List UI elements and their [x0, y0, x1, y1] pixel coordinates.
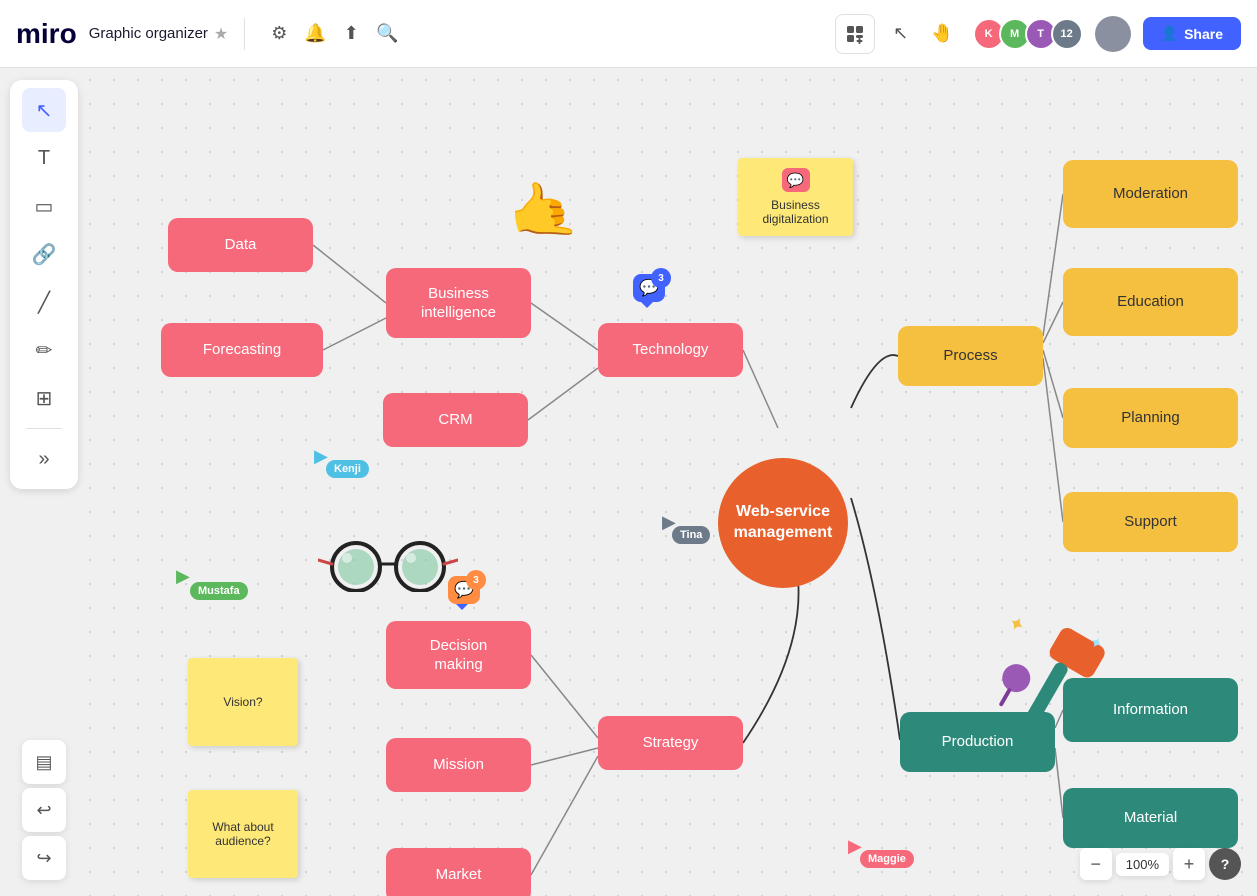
node-strategy[interactable]: Strategy — [598, 716, 743, 770]
bell-icon[interactable]: 🔔 — [297, 16, 333, 52]
node-information[interactable]: Information — [1063, 678, 1238, 742]
pen-tool[interactable]: ✏ — [22, 328, 66, 372]
glasses-sticker — [318, 532, 458, 597]
node-mission[interactable]: Mission — [386, 738, 531, 792]
zoom-level: 100% — [1116, 853, 1169, 876]
node-process[interactable]: Process — [898, 326, 1043, 386]
cursor-tools: ↖ 🤚 — [883, 16, 961, 52]
svg-text:✦: ✦ — [1086, 633, 1106, 654]
note-icon: 💬 — [782, 168, 810, 192]
chat-badge-1: 3 — [651, 268, 671, 288]
left-toolbar: ↖ T ▭ 🔗 ╱ ✏ ⊞ » — [10, 80, 78, 489]
sticky-tool[interactable]: ▭ — [22, 184, 66, 228]
panels-icon[interactable]: ▤ — [22, 740, 66, 784]
avatar-group: K M T 12 — [973, 18, 1083, 50]
settings-icon[interactable]: ⚙ — [261, 16, 297, 52]
biz-digitalization-note[interactable]: 💬 Business digitalization — [738, 158, 853, 236]
select-tool[interactable]: ↖ — [22, 88, 66, 132]
grid-icon[interactable] — [835, 14, 875, 54]
search-icon[interactable]: 🔍 — [369, 16, 405, 52]
sticky-vision[interactable]: Vision? — [188, 658, 298, 746]
cursor-arrow-mustafa: ▶ — [176, 566, 190, 587]
node-business-intelligence[interactable]: Business intelligence — [386, 268, 531, 338]
cursor-arrow-maggie: ▶ — [848, 836, 862, 857]
node-moderation[interactable]: Moderation — [1063, 160, 1238, 228]
user-avatar[interactable] — [1095, 16, 1131, 52]
zoom-in-button[interactable]: + — [1173, 848, 1205, 880]
cursor-arrow-kenji: ▶ — [314, 446, 328, 467]
zoom-out-button[interactable]: − — [1080, 848, 1112, 880]
node-data[interactable]: Data — [168, 218, 313, 272]
wave-sticker: 🤙 — [503, 172, 583, 249]
node-education[interactable]: Education — [1063, 268, 1238, 336]
line-tool[interactable]: ╱ — [22, 280, 66, 324]
node-production[interactable]: Production — [900, 712, 1055, 772]
node-decision-making[interactable]: Decision making — [386, 621, 531, 689]
node-crm[interactable]: CRM — [383, 393, 528, 447]
star-icon[interactable]: ★ — [214, 24, 228, 44]
tool-divider — [26, 428, 62, 429]
cursor-mustafa: Mustafa — [190, 582, 248, 600]
node-planning[interactable]: Planning — [1063, 388, 1238, 448]
cursor-tool[interactable]: ↖ — [883, 16, 919, 52]
share-button[interactable]: 👤 Share — [1143, 17, 1241, 50]
chat-icon-1[interactable]: 💬 3 — [633, 274, 665, 302]
link-tool[interactable]: 🔗 — [22, 232, 66, 276]
avatar-count[interactable]: 12 — [1051, 18, 1083, 50]
cursor-maggie: Maggie — [860, 850, 914, 868]
help-button[interactable]: ? — [1209, 848, 1241, 880]
node-support[interactable]: Support — [1063, 492, 1238, 552]
canvas[interactable]: Web-service management Data Forecasting … — [78, 68, 1257, 896]
cursor-tina: Tina — [672, 526, 710, 544]
board-title: Graphic organizer — [89, 25, 208, 42]
node-technology[interactable]: Technology — [598, 323, 743, 377]
topbar: miro Graphic organizer ★ ⚙ 🔔 ⬆ 🔍 ↖ 🤚 K M… — [0, 0, 1257, 68]
undo-button[interactable]: ↩ — [22, 788, 66, 832]
redo-button[interactable]: ↪ — [22, 836, 66, 880]
share-icon: 👤 — [1161, 25, 1178, 42]
node-forecasting[interactable]: Forecasting — [161, 323, 323, 377]
more-tools[interactable]: » — [22, 437, 66, 481]
frame-tool[interactable]: ⊞ — [22, 376, 66, 420]
upload-icon[interactable]: ⬆ — [333, 16, 369, 52]
cursor-kenji: Kenji — [326, 460, 369, 478]
cursor-arrow-tina: ▶ — [662, 512, 676, 533]
sticky-audience[interactable]: What about audience? — [188, 790, 298, 878]
node-market[interactable]: Market — [386, 848, 531, 896]
svg-text:✦: ✦ — [1003, 611, 1029, 638]
node-material[interactable]: Material — [1063, 788, 1238, 848]
bottom-left-tools: ▤ ↩ ↪ — [10, 740, 78, 880]
divider — [244, 18, 245, 50]
chat-badge-2: 3 — [466, 570, 486, 590]
zoom-controls: − 100% + ? — [1080, 848, 1241, 880]
node-center[interactable]: Web-service management — [718, 458, 848, 588]
text-tool[interactable]: T — [22, 136, 66, 180]
chat-icon-2[interactable]: 💬 3 — [448, 576, 480, 604]
cursor-hand[interactable]: 🤚 — [925, 16, 961, 52]
miro-logo: miro — [16, 18, 77, 50]
